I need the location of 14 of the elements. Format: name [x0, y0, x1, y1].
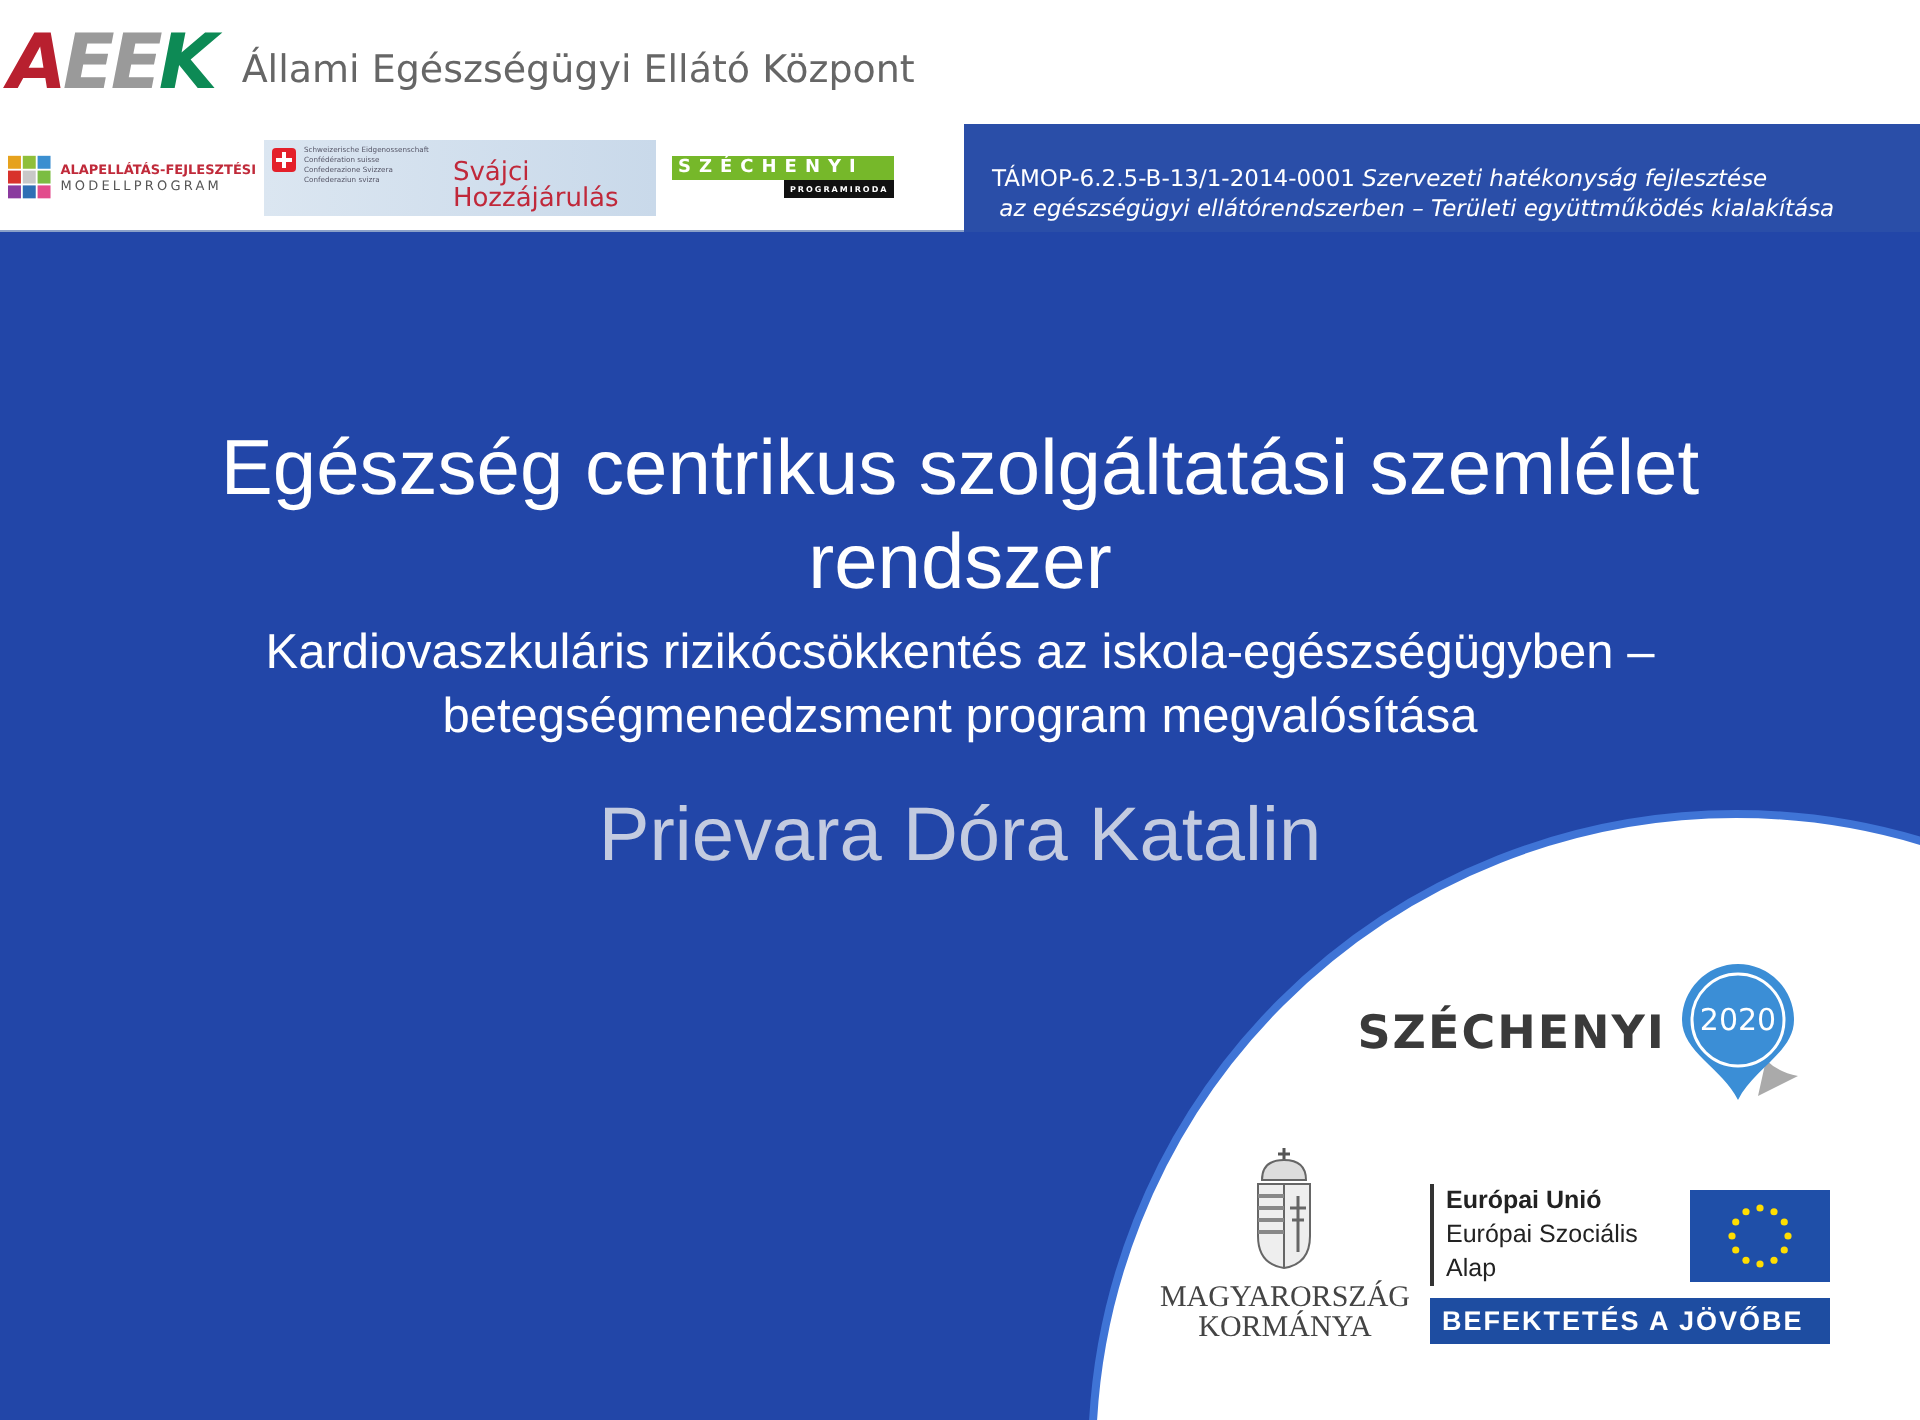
logo-text: Európai Unió [1446, 1184, 1604, 1218]
author-name: Prievara Dóra Katalin [598, 794, 1322, 880]
project-code-and-title: TÁMOP-6.2.5-B-13/1-2014-0001 Szervezeti hatékonyság fejlesztése [992, 164, 1770, 194]
slide-subtitle: Kardiovaszkuláris rizikócsökkentés az iskola-egészségügyben – betegségmenedzsment program megvalósítása [263, 624, 1657, 748]
slide-title: Egészség centrikus szolgáltatási szemlélet rendszer [218, 424, 1702, 610]
logo-text: SZÉCHENYI [672, 156, 895, 180]
organization-name: Állami Egészségügyi Ellátó Központ [241, 48, 915, 92]
slogan-banner: BEFEKTETÉS A JÖVŐBE [1430, 1298, 1830, 1344]
logo-text: SZÉCHENYI [1357, 1008, 1666, 1060]
logo-text: KORMÁNYA [1198, 1314, 1372, 1344]
logo-text: Svájci [452, 159, 530, 185]
logo-text: Európai Szociális Alap [1446, 1218, 1640, 1286]
logo-text: Hozzájárulás [452, 185, 619, 211]
project-title: az egészségügyi ellátórendszerben – Területi együttműködés kialakítása [997, 194, 1837, 224]
